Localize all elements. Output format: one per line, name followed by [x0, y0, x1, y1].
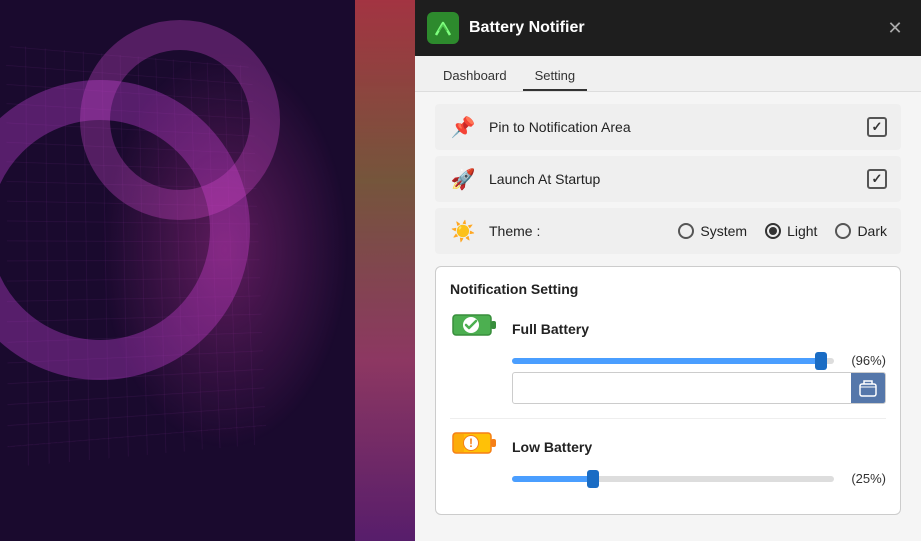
theme-system-option[interactable]: System	[678, 223, 747, 239]
rocket-icon: 🚀	[449, 167, 477, 192]
full-battery-slider-thumb[interactable]	[815, 352, 827, 370]
full-battery-slider-track	[512, 358, 834, 364]
full-battery-file-row	[512, 372, 886, 404]
app-icon	[427, 12, 459, 44]
full-battery-value: (96%)	[842, 353, 886, 368]
app-window: Battery Notifier ✕ Dashboard Setting 📌 P…	[415, 0, 921, 541]
pin-notification-label: Pin to Notification Area	[489, 119, 867, 135]
svg-text:!: !	[469, 436, 473, 450]
launch-startup-label: Launch At Startup	[489, 171, 867, 187]
full-battery-icon	[450, 311, 500, 347]
theme-light-radio[interactable]	[765, 223, 781, 239]
pin-notification-checkbox[interactable]	[867, 117, 887, 137]
launch-startup-checkbox[interactable]	[867, 169, 887, 189]
theme-dark-label: Dark	[857, 223, 887, 239]
background	[0, 0, 415, 541]
theme-system-radio[interactable]	[678, 223, 694, 239]
low-battery-label: Low Battery	[512, 439, 886, 455]
title-bar: Battery Notifier ✕	[415, 0, 921, 56]
full-battery-slider-row: (96%)	[512, 353, 886, 368]
low-battery-slider-fill	[512, 476, 593, 482]
low-battery-item: ! Low Battery (25%)	[450, 429, 886, 486]
low-battery-value: (25%)	[842, 471, 886, 486]
theme-options: System Light Dark	[678, 223, 887, 239]
theme-system-label: System	[700, 223, 747, 239]
low-battery-icon: !	[450, 429, 500, 465]
theme-light-option[interactable]: Light	[765, 223, 817, 239]
pin-notification-row: 📌 Pin to Notification Area	[435, 104, 901, 150]
theme-dark-radio[interactable]	[835, 223, 851, 239]
full-battery-item: Full Battery (96%)	[450, 311, 886, 404]
low-battery-header: ! Low Battery	[450, 429, 886, 465]
pin-icon: 📌	[449, 115, 477, 140]
full-battery-browse-button[interactable]	[851, 372, 885, 404]
tab-setting[interactable]: Setting	[523, 62, 587, 91]
settings-content: 📌 Pin to Notification Area 🚀 Launch At S…	[415, 92, 921, 541]
theme-label: Theme :	[489, 223, 678, 239]
theme-dark-option[interactable]: Dark	[835, 223, 887, 239]
full-battery-slider-fill	[512, 358, 821, 364]
launch-startup-row: 🚀 Launch At Startup	[435, 156, 901, 202]
nav-tabs: Dashboard Setting	[415, 56, 921, 92]
low-battery-slider-thumb[interactable]	[587, 470, 599, 488]
window-title: Battery Notifier	[469, 19, 881, 37]
low-battery-slider-row: (25%)	[512, 471, 886, 486]
notification-section: Notification Setting Full Battery	[435, 266, 901, 515]
bg-firework	[355, 0, 415, 541]
full-battery-header: Full Battery	[450, 311, 886, 347]
full-battery-label: Full Battery	[512, 321, 886, 337]
theme-light-label: Light	[787, 223, 817, 239]
sun-icon: ☀️	[449, 219, 477, 244]
theme-row: ☀️ Theme : System Light Dark	[435, 208, 901, 254]
bg-glow	[100, 50, 350, 450]
tab-dashboard[interactable]: Dashboard	[431, 62, 519, 91]
low-battery-slider-track	[512, 476, 834, 482]
close-button[interactable]: ✕	[881, 14, 909, 42]
notification-section-title: Notification Setting	[450, 281, 886, 297]
battery-divider	[450, 418, 886, 419]
